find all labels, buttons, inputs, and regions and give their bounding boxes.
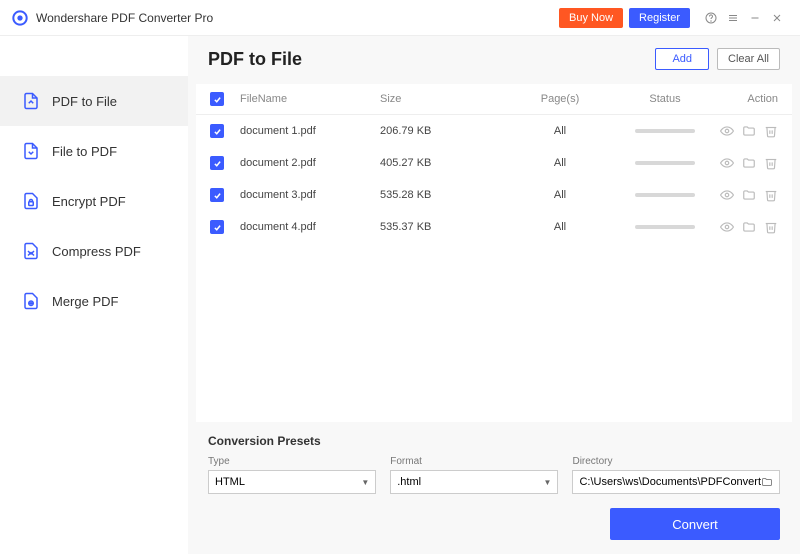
- chevron-down-icon: ▼: [544, 478, 552, 487]
- file-size: 535.37 KB: [380, 221, 510, 233]
- help-icon[interactable]: [700, 7, 722, 29]
- preview-icon[interactable]: [720, 220, 734, 234]
- conversion-presets: Conversion Presets Type HTML▼ Format .ht…: [188, 422, 800, 508]
- close-icon[interactable]: [766, 7, 788, 29]
- app-logo-icon: [12, 10, 28, 26]
- progress-bar: [635, 129, 695, 133]
- file-pages: All: [510, 125, 610, 137]
- main: PDF to File File to PDF Encrypt PDF Comp…: [0, 36, 800, 554]
- sidebar-item-pdf-to-file[interactable]: PDF to File: [0, 76, 188, 126]
- file-pages: All: [510, 189, 610, 201]
- sidebar-item-label: Merge PDF: [52, 294, 118, 309]
- file-size: 206.79 KB: [380, 125, 510, 137]
- file-name: document 3.pdf: [240, 189, 380, 201]
- format-select[interactable]: .html▼: [390, 470, 558, 494]
- file-name: document 1.pdf: [240, 125, 380, 137]
- table-row: document 2.pdf405.27 KBAll: [196, 147, 792, 179]
- open-folder-icon[interactable]: [742, 124, 756, 138]
- file-name: document 2.pdf: [240, 157, 380, 169]
- sidebar-item-label: Encrypt PDF: [52, 194, 126, 209]
- progress-bar: [635, 225, 695, 229]
- file-size: 535.28 KB: [380, 189, 510, 201]
- table-header: FileName Size Page(s) Status Action: [196, 84, 792, 115]
- sidebar-item-merge-pdf[interactable]: Merge PDF: [0, 276, 188, 326]
- sidebar-item-compress-pdf[interactable]: Compress PDF: [0, 226, 188, 276]
- row-checkbox[interactable]: [210, 220, 224, 234]
- file-size: 405.27 KB: [380, 157, 510, 169]
- menu-icon[interactable]: [722, 7, 744, 29]
- app-title: Wondershare PDF Converter Pro: [36, 11, 559, 25]
- file-to-pdf-icon: [22, 142, 40, 160]
- row-checkbox[interactable]: [210, 188, 224, 202]
- file-pages: All: [510, 157, 610, 169]
- column-status: Status: [610, 93, 720, 105]
- sidebar: PDF to File File to PDF Encrypt PDF Comp…: [0, 36, 188, 554]
- open-folder-icon[interactable]: [742, 220, 756, 234]
- delete-icon[interactable]: [764, 220, 778, 234]
- open-folder-icon[interactable]: [742, 188, 756, 202]
- delete-icon[interactable]: [764, 124, 778, 138]
- column-filename: FileName: [240, 93, 380, 105]
- select-all-checkbox[interactable]: [210, 92, 224, 106]
- page-title: PDF to File: [208, 49, 655, 70]
- format-label: Format: [390, 456, 558, 467]
- type-select[interactable]: HTML▼: [208, 470, 376, 494]
- chevron-down-icon: ▼: [361, 478, 369, 487]
- content-header: PDF to File Add Clear All: [188, 36, 800, 84]
- convert-button[interactable]: Convert: [610, 508, 780, 540]
- progress-bar: [635, 161, 695, 165]
- file-name: document 4.pdf: [240, 221, 380, 233]
- folder-browse-icon[interactable]: [761, 476, 773, 488]
- clear-all-button[interactable]: Clear All: [717, 48, 780, 70]
- add-button[interactable]: Add: [655, 48, 709, 70]
- preview-icon[interactable]: [720, 156, 734, 170]
- encrypt-pdf-icon: [22, 192, 40, 210]
- type-label: Type: [208, 456, 376, 467]
- buy-now-button[interactable]: Buy Now: [559, 8, 623, 28]
- file-table: FileName Size Page(s) Status Action docu…: [196, 84, 792, 422]
- table-row: document 3.pdf535.28 KBAll: [196, 179, 792, 211]
- footer: Convert: [188, 508, 800, 554]
- presets-title: Conversion Presets: [208, 434, 780, 448]
- sidebar-item-label: PDF to File: [52, 94, 117, 109]
- file-pages: All: [510, 221, 610, 233]
- row-checkbox[interactable]: [210, 156, 224, 170]
- preview-icon[interactable]: [720, 124, 734, 138]
- table-row: document 1.pdf206.79 KBAll: [196, 115, 792, 147]
- compress-pdf-icon: [22, 242, 40, 260]
- content: PDF to File Add Clear All FileName Size …: [188, 36, 800, 554]
- sidebar-item-label: Compress PDF: [52, 244, 141, 259]
- column-pages: Page(s): [510, 93, 610, 105]
- directory-label: Directory: [572, 456, 780, 467]
- delete-icon[interactable]: [764, 156, 778, 170]
- minimize-icon[interactable]: [744, 7, 766, 29]
- column-size: Size: [380, 93, 510, 105]
- sidebar-item-encrypt-pdf[interactable]: Encrypt PDF: [0, 176, 188, 226]
- titlebar: Wondershare PDF Converter Pro Buy Now Re…: [0, 0, 800, 36]
- directory-input[interactable]: C:\Users\ws\Documents\PDFConvert: [572, 470, 780, 494]
- open-folder-icon[interactable]: [742, 156, 756, 170]
- column-action: Action: [747, 93, 778, 105]
- merge-pdf-icon: [22, 292, 40, 310]
- pdf-to-file-icon: [22, 92, 40, 110]
- sidebar-item-label: File to PDF: [52, 144, 117, 159]
- progress-bar: [635, 193, 695, 197]
- delete-icon[interactable]: [764, 188, 778, 202]
- preview-icon[interactable]: [720, 188, 734, 202]
- sidebar-item-file-to-pdf[interactable]: File to PDF: [0, 126, 188, 176]
- table-row: document 4.pdf535.37 KBAll: [196, 211, 792, 243]
- row-checkbox[interactable]: [210, 124, 224, 138]
- register-button[interactable]: Register: [629, 8, 690, 28]
